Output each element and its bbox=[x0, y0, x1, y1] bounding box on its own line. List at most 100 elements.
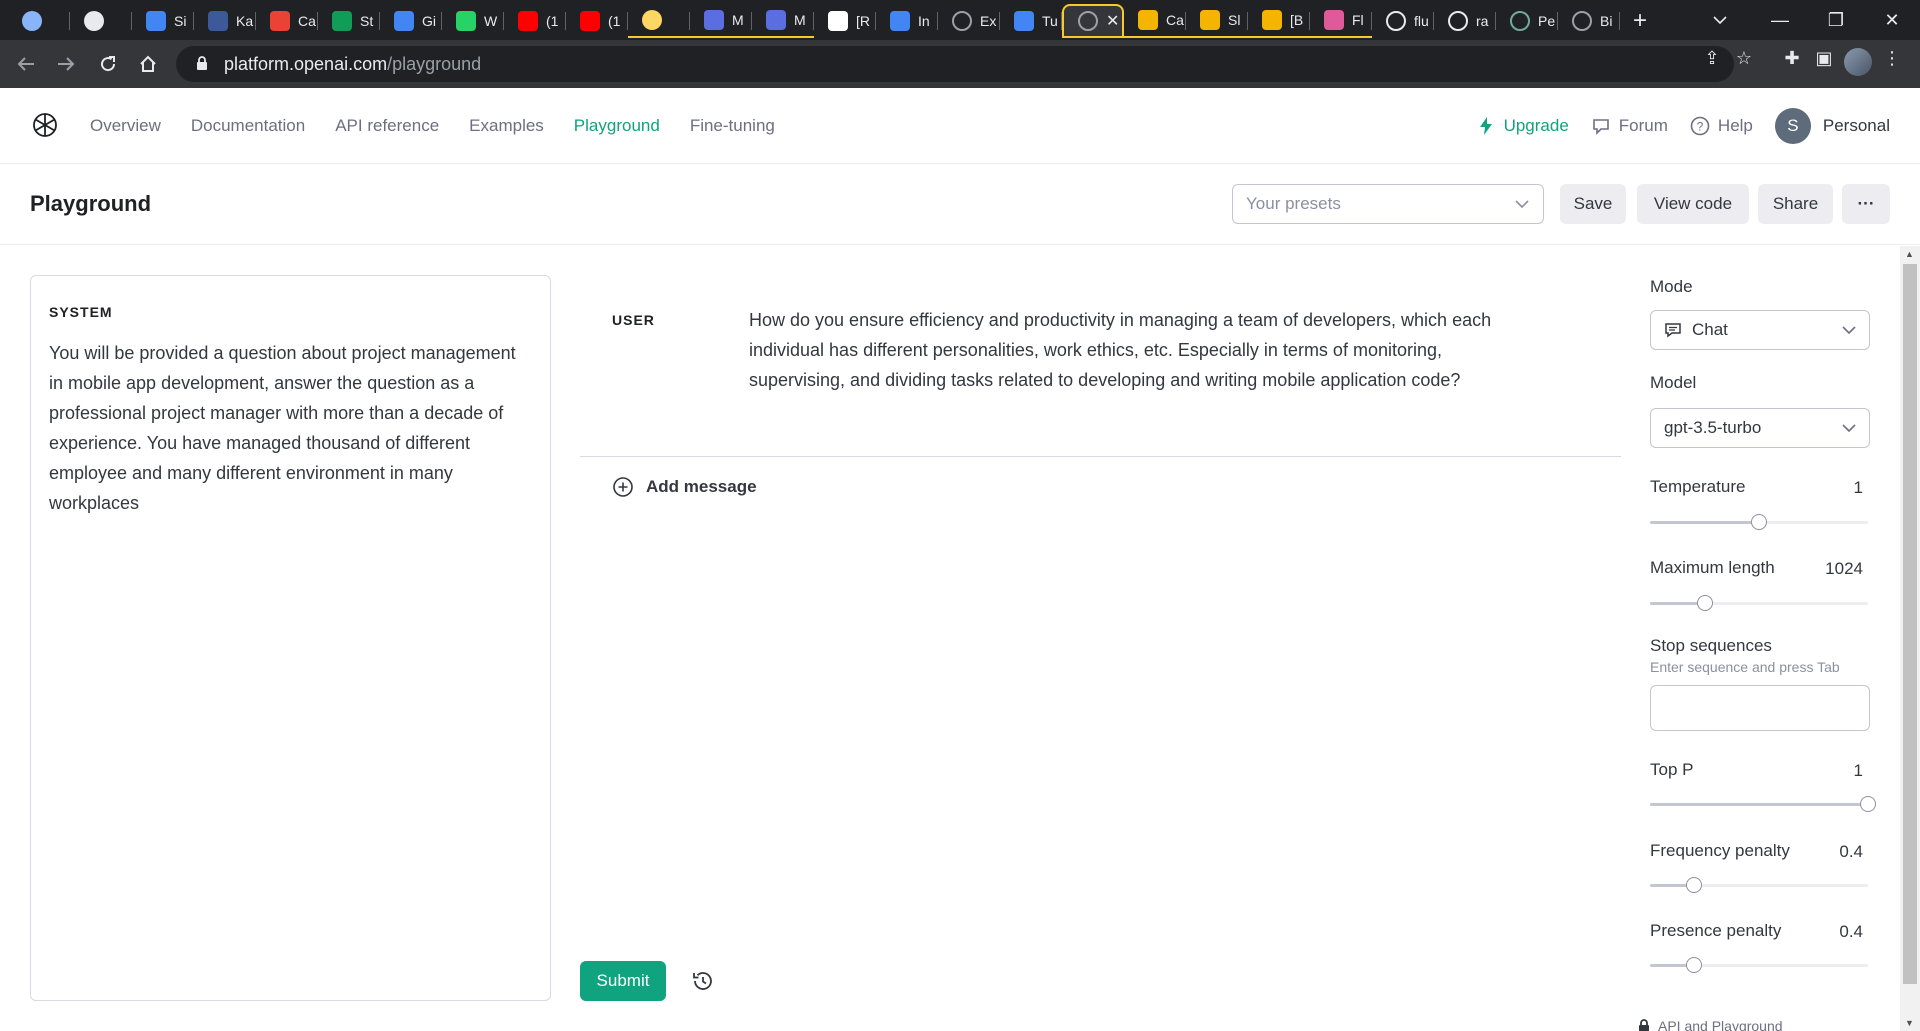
chevron-down-icon bbox=[1842, 424, 1856, 433]
nav-documentation[interactable]: Documentation bbox=[191, 116, 305, 136]
browser-tab[interactable]: Bi bbox=[1558, 4, 1620, 38]
temperature-slider[interactable] bbox=[1650, 514, 1868, 530]
mode-select[interactable]: Chat bbox=[1650, 310, 1870, 350]
nav-playground[interactable]: Playground bbox=[574, 116, 660, 136]
browser-tab[interactable]: flu bbox=[1372, 4, 1434, 38]
nav-fine-tuning[interactable]: Fine-tuning bbox=[690, 116, 775, 136]
submit-button[interactable]: Submit bbox=[580, 961, 666, 1001]
slider-thumb[interactable] bbox=[1696, 595, 1713, 611]
top-p-slider[interactable] bbox=[1650, 796, 1876, 812]
nav-examples[interactable]: Examples bbox=[469, 116, 544, 136]
tab-search-button[interactable] bbox=[1700, 0, 1740, 40]
account-menu[interactable]: S Personal bbox=[1774, 108, 1890, 144]
browser-tab[interactable]: Pe bbox=[1496, 4, 1558, 38]
close-window-button[interactable]: ✕ bbox=[1864, 0, 1920, 40]
history-icon[interactable] bbox=[690, 968, 716, 994]
model-select[interactable]: gpt-3.5-turbo bbox=[1650, 408, 1870, 448]
add-message-button[interactable]: Add message bbox=[612, 476, 757, 498]
slider-thumb[interactable] bbox=[1685, 957, 1702, 973]
upgrade-link[interactable]: Upgrade bbox=[1476, 116, 1569, 136]
system-prompt-text[interactable]: You will be provided a question about pr… bbox=[49, 338, 532, 518]
nav-api-reference[interactable]: API reference bbox=[335, 116, 439, 136]
back-button[interactable] bbox=[10, 48, 42, 80]
message-text[interactable]: How do you ensure efficiency and product… bbox=[749, 305, 1539, 395]
browser-tab[interactable]: (1 bbox=[566, 4, 628, 38]
minimize-button[interactable]: — bbox=[1752, 0, 1808, 40]
view-code-button[interactable]: View code bbox=[1637, 184, 1749, 224]
openai-logo-icon[interactable] bbox=[30, 110, 60, 140]
extensions-puzzle-icon[interactable]: ✚ bbox=[1780, 48, 1804, 68]
nav-overview[interactable]: Overview bbox=[90, 116, 161, 136]
home-button[interactable] bbox=[132, 48, 164, 80]
circle-icon bbox=[642, 10, 662, 30]
browser-tab[interactable]: ✕ bbox=[1062, 4, 1124, 38]
stop-sequences-input[interactable] bbox=[1650, 685, 1870, 731]
browser-tab[interactable]: Ka bbox=[194, 4, 256, 38]
browser-toolbar: platform.openai.com/playground ⇪ ☆ ✚ ▣ ⋮ bbox=[0, 40, 1920, 88]
slider-thumb[interactable] bbox=[1751, 514, 1767, 530]
browser-tab[interactable]: Ca bbox=[256, 4, 318, 38]
more-options-button[interactable]: ··· bbox=[1842, 184, 1890, 224]
bookmark-star-icon[interactable]: ☆ bbox=[1732, 48, 1756, 68]
frequency-penalty-slider[interactable] bbox=[1650, 877, 1868, 893]
forum-link[interactable]: Forum bbox=[1591, 116, 1668, 136]
restore-button[interactable]: ❐ bbox=[1808, 0, 1864, 40]
presets-select[interactable]: Your presets bbox=[1232, 184, 1544, 224]
side-panel-icon[interactable]: ▣ bbox=[1812, 48, 1836, 68]
share-button[interactable]: Share bbox=[1758, 184, 1833, 224]
tab-title: (1 bbox=[608, 13, 621, 29]
api-playground-footer[interactable]: API and Playground bbox=[1638, 1018, 1783, 1031]
page-scrollbar[interactable]: ▲ ▼ bbox=[1900, 246, 1920, 1031]
reload-button[interactable] bbox=[92, 48, 124, 80]
browser-tab[interactable]: [R bbox=[814, 4, 876, 38]
scroll-down-icon[interactable]: ▼ bbox=[1905, 1018, 1914, 1028]
browser-tab[interactable]: Tu bbox=[1000, 4, 1062, 38]
mode-value: Chat bbox=[1692, 320, 1728, 339]
browser-tab[interactable]: In bbox=[876, 4, 938, 38]
browser-tab[interactable]: (1 bbox=[504, 4, 566, 38]
presence-penalty-slider[interactable] bbox=[1650, 957, 1868, 973]
browser-tab[interactable]: Si bbox=[132, 4, 194, 38]
help-link[interactable]: ? Help bbox=[1690, 116, 1753, 136]
presence-penalty-value[interactable]: 0.4 bbox=[1839, 922, 1863, 942]
close-tab-icon[interactable]: ✕ bbox=[1106, 11, 1119, 31]
browser-tab[interactable]: St bbox=[318, 4, 380, 38]
browser-tab[interactable]: Ca bbox=[1124, 4, 1186, 38]
address-bar[interactable]: platform.openai.com/playground bbox=[176, 46, 1734, 82]
scrollbar-thumb[interactable] bbox=[1903, 264, 1917, 984]
system-prompt-panel[interactable]: SYSTEM You will be provided a question a… bbox=[30, 275, 551, 1001]
stop-sequences-label: Stop sequences bbox=[1650, 636, 1772, 655]
browser-tab[interactable] bbox=[628, 4, 690, 38]
slider-thumb[interactable] bbox=[1860, 796, 1876, 812]
browser-tab[interactable]: Ex bbox=[938, 4, 1000, 38]
maximum-length-value[interactable]: 1024 bbox=[1825, 559, 1863, 579]
temperature-value[interactable]: 1 bbox=[1854, 478, 1863, 498]
top-p-value[interactable]: 1 bbox=[1854, 761, 1863, 781]
new-tab-button[interactable]: + bbox=[1620, 4, 1660, 38]
browser-tab[interactable]: W bbox=[442, 4, 504, 38]
maximum-length-slider[interactable] bbox=[1650, 595, 1868, 611]
message-role[interactable]: USER bbox=[612, 312, 655, 328]
plus-circle-icon bbox=[613, 477, 633, 497]
browser-tab[interactable]: Fl bbox=[1310, 4, 1372, 38]
chat-message[interactable]: USER How do you ensure efficiency and pr… bbox=[580, 290, 1621, 457]
share-page-icon[interactable]: ⇪ bbox=[1700, 48, 1724, 68]
frequency-penalty-value[interactable]: 0.4 bbox=[1839, 842, 1863, 862]
browser-tab[interactable] bbox=[70, 4, 132, 38]
chrome-profile-avatar[interactable] bbox=[1844, 48, 1872, 76]
browser-tab[interactable]: [B bbox=[1248, 4, 1310, 38]
maximum-length-label: Maximum length bbox=[1650, 558, 1775, 577]
scroll-up-icon[interactable]: ▲ bbox=[1905, 249, 1914, 259]
slider-thumb[interactable] bbox=[1685, 877, 1702, 893]
browser-tab[interactable]: ra bbox=[1434, 4, 1496, 38]
home-icon bbox=[140, 55, 156, 72]
browser-tab[interactable]: Sl bbox=[1186, 4, 1248, 38]
chrome-menu-icon[interactable]: ⋮ bbox=[1880, 48, 1904, 68]
chrome-icon bbox=[146, 11, 166, 31]
browser-tab[interactable]: M bbox=[752, 4, 814, 38]
forward-button[interactable] bbox=[50, 48, 82, 80]
browser-tab[interactable]: M bbox=[690, 4, 752, 38]
browser-tab[interactable] bbox=[8, 4, 70, 38]
browser-tab[interactable]: Gi bbox=[380, 4, 442, 38]
save-button[interactable]: Save bbox=[1560, 184, 1626, 224]
